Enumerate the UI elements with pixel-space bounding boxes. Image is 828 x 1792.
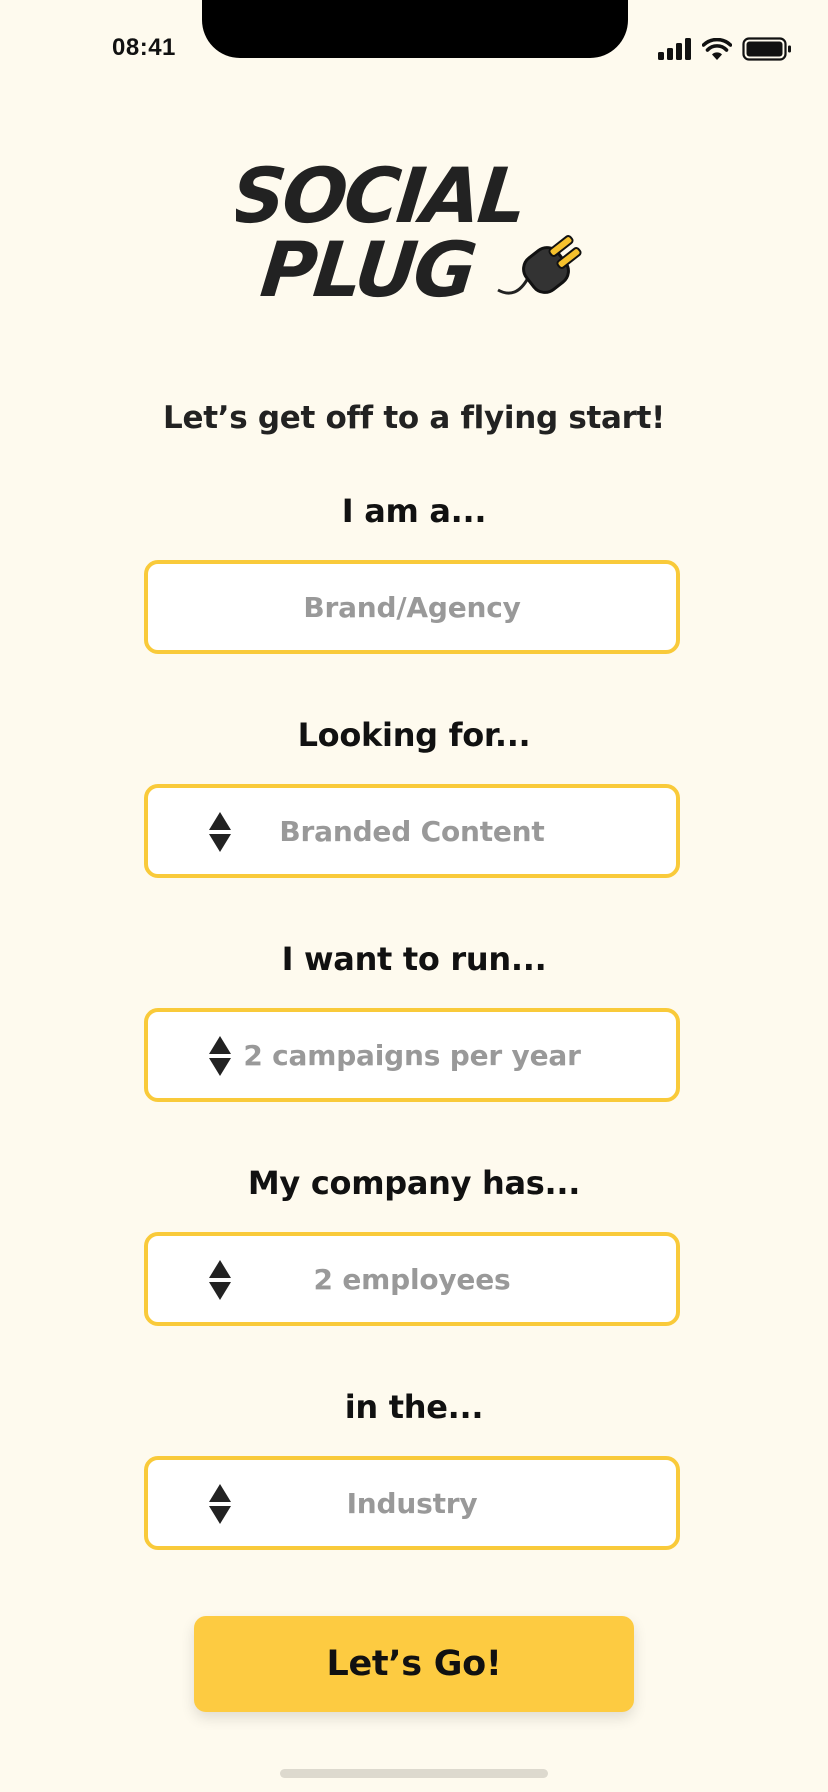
campaigns-select[interactable]: 2 campaigns per year: [144, 1008, 680, 1102]
role-label: I am a...: [341, 492, 487, 530]
status-bar: 08:41: [0, 0, 828, 100]
home-indicator: [280, 1769, 548, 1778]
signal-icon: [658, 38, 691, 60]
role-field-value: Brand/Agency: [303, 590, 521, 624]
logo-line2-text: PLUG: [257, 225, 479, 310]
status-icons: [658, 34, 792, 64]
lets-go-button[interactable]: Let’s Go!: [194, 1616, 634, 1712]
looking-for-label: Looking for...: [297, 716, 531, 754]
status-time: 08:41: [112, 34, 176, 61]
battery-icon: [742, 37, 791, 61]
company-size-value: 2 employees: [313, 1262, 511, 1296]
role-field[interactable]: Brand/Agency: [144, 560, 680, 654]
social-plug-logo: SOCIAL PLUG: [227, 150, 596, 314]
industry-select[interactable]: Industry: [144, 1456, 680, 1550]
wifi-icon: [702, 38, 732, 60]
industry-value: Industry: [346, 1486, 478, 1520]
device-notch: [202, 0, 628, 58]
company-size-select[interactable]: 2 employees: [144, 1232, 680, 1326]
campaigns-value: 2 campaigns per year: [243, 1038, 581, 1072]
company-size-label: My company has...: [247, 1164, 581, 1202]
plug-icon: [497, 235, 582, 295]
industry-label: in the...: [344, 1388, 484, 1426]
welcome-heading: Let’s get off to a flying start!: [163, 400, 665, 436]
campaigns-label: I want to run...: [281, 940, 547, 978]
looking-for-select[interactable]: Branded Content: [144, 784, 680, 878]
looking-for-value: Branded Content: [279, 814, 545, 848]
